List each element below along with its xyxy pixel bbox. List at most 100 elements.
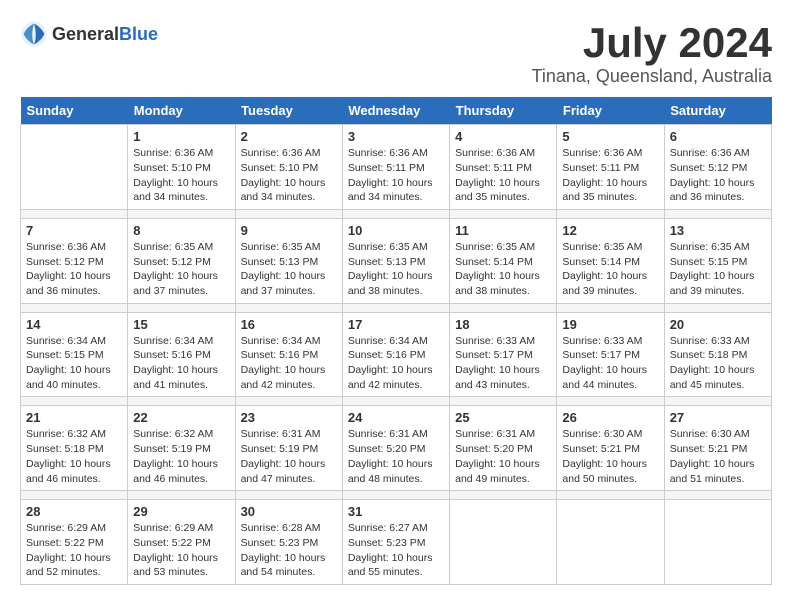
table-row: 12 Sunrise: 6:35 AM Sunset: 5:14 PM Dayli… <box>557 218 664 303</box>
week-separator <box>21 209 772 218</box>
table-row: 28Sunrise: 6:29 AM Sunset: 5:22 PM Dayli… <box>21 500 128 585</box>
logo-general: General <box>52 24 119 44</box>
table-row <box>664 500 771 585</box>
calendar-week-4: 21Sunrise: 6:32 AM Sunset: 5:18 PM Dayli… <box>21 406 772 491</box>
day-number: 24 <box>348 410 444 425</box>
day-info: Sunrise: 6:30 AM Sunset: 5:21 PM Dayligh… <box>670 427 766 486</box>
table-row: 2 Sunrise: 6:36 AM Sunset: 5:10 PM Daylig… <box>235 125 342 210</box>
table-row: 30 Sunrise: 6:28 AM Sunset: 5:23 PM Dayli… <box>235 500 342 585</box>
day-info: Sunrise: 6:28 AM Sunset: 5:23 PM Dayligh… <box>241 521 337 580</box>
day-info: Sunrise: 6:34 AM Sunset: 5:16 PM Dayligh… <box>241 334 337 393</box>
day-number: 23 <box>241 410 337 425</box>
table-row: 9 Sunrise: 6:35 AM Sunset: 5:13 PM Daylig… <box>235 218 342 303</box>
day-number: 17 <box>348 317 444 332</box>
table-row: 18 Sunrise: 6:33 AM Sunset: 5:17 PM Dayli… <box>450 312 557 397</box>
day-info: Sunrise: 6:33 AM Sunset: 5:18 PM Dayligh… <box>670 334 766 393</box>
week-separator <box>21 397 772 406</box>
day-info: Sunrise: 6:36 AM Sunset: 5:10 PM Dayligh… <box>133 146 229 205</box>
day-info: Sunrise: 6:35 AM Sunset: 5:14 PM Dayligh… <box>562 240 658 299</box>
day-info: Sunrise: 6:36 AM Sunset: 5:10 PM Dayligh… <box>241 146 337 205</box>
day-number: 26 <box>562 410 658 425</box>
table-row: 25 Sunrise: 6:31 AM Sunset: 5:20 PM Dayli… <box>450 406 557 491</box>
day-info: Sunrise: 6:35 AM Sunset: 5:13 PM Dayligh… <box>348 240 444 299</box>
table-row: 5 Sunrise: 6:36 AM Sunset: 5:11 PM Daylig… <box>557 125 664 210</box>
day-info: Sunrise: 6:32 AM Sunset: 5:18 PM Dayligh… <box>26 427 122 486</box>
table-row: 11Sunrise: 6:35 AM Sunset: 5:14 PM Dayli… <box>450 218 557 303</box>
table-row: 13 Sunrise: 6:35 AM Sunset: 5:15 PM Dayli… <box>664 218 771 303</box>
calendar-week-2: 7 Sunrise: 6:36 AM Sunset: 5:12 PM Daylig… <box>21 218 772 303</box>
day-info: Sunrise: 6:31 AM Sunset: 5:20 PM Dayligh… <box>348 427 444 486</box>
day-info: Sunrise: 6:35 AM Sunset: 5:13 PM Dayligh… <box>241 240 337 299</box>
day-info: Sunrise: 6:35 AM Sunset: 5:12 PM Dayligh… <box>133 240 229 299</box>
day-number: 11 <box>455 223 551 238</box>
table-row: 24 Sunrise: 6:31 AM Sunset: 5:20 PM Dayli… <box>342 406 449 491</box>
day-info: Sunrise: 6:27 AM Sunset: 5:23 PM Dayligh… <box>348 521 444 580</box>
day-info: Sunrise: 6:31 AM Sunset: 5:20 PM Dayligh… <box>455 427 551 486</box>
day-info: Sunrise: 6:34 AM Sunset: 5:16 PM Dayligh… <box>133 334 229 393</box>
table-row: 20 Sunrise: 6:33 AM Sunset: 5:18 PM Dayli… <box>664 312 771 397</box>
day-number: 25 <box>455 410 551 425</box>
day-number: 8 <box>133 223 229 238</box>
day-number: 9 <box>241 223 337 238</box>
calendar-week-5: 28Sunrise: 6:29 AM Sunset: 5:22 PM Dayli… <box>21 500 772 585</box>
day-number: 2 <box>241 129 337 144</box>
day-info: Sunrise: 6:36 AM Sunset: 5:11 PM Dayligh… <box>562 146 658 205</box>
day-info: Sunrise: 6:34 AM Sunset: 5:15 PM Dayligh… <box>26 334 122 393</box>
day-number: 1 <box>133 129 229 144</box>
col-thursday: Thursday <box>450 97 557 125</box>
day-info: Sunrise: 6:36 AM Sunset: 5:11 PM Dayligh… <box>348 146 444 205</box>
day-number: 14 <box>26 317 122 332</box>
table-row: 22Sunrise: 6:32 AM Sunset: 5:19 PM Dayli… <box>128 406 235 491</box>
day-number: 30 <box>241 504 337 519</box>
col-friday: Friday <box>557 97 664 125</box>
table-row: 23Sunrise: 6:31 AM Sunset: 5:19 PM Dayli… <box>235 406 342 491</box>
table-row <box>450 500 557 585</box>
day-info: Sunrise: 6:36 AM Sunset: 5:12 PM Dayligh… <box>26 240 122 299</box>
title-section: July 2024 Tinana, Queensland, Australia <box>532 20 773 87</box>
day-number: 10 <box>348 223 444 238</box>
day-number: 22 <box>133 410 229 425</box>
calendar-week-3: 14 Sunrise: 6:34 AM Sunset: 5:15 PM Dayli… <box>21 312 772 397</box>
table-row: 7 Sunrise: 6:36 AM Sunset: 5:12 PM Daylig… <box>21 218 128 303</box>
table-row: 17 Sunrise: 6:34 AM Sunset: 5:16 PM Dayli… <box>342 312 449 397</box>
table-row: 6Sunrise: 6:36 AM Sunset: 5:12 PM Daylig… <box>664 125 771 210</box>
col-sunday: Sunday <box>21 97 128 125</box>
day-number: 29 <box>133 504 229 519</box>
table-row: 26Sunrise: 6:30 AM Sunset: 5:21 PM Dayli… <box>557 406 664 491</box>
table-row: 3 Sunrise: 6:36 AM Sunset: 5:11 PM Daylig… <box>342 125 449 210</box>
table-row: 15 Sunrise: 6:34 AM Sunset: 5:16 PM Dayli… <box>128 312 235 397</box>
calendar-week-1: 1 Sunrise: 6:36 AM Sunset: 5:10 PM Daylig… <box>21 125 772 210</box>
day-number: 4 <box>455 129 551 144</box>
day-info: Sunrise: 6:36 AM Sunset: 5:12 PM Dayligh… <box>670 146 766 205</box>
col-tuesday: Tuesday <box>235 97 342 125</box>
calendar-table: Sunday Monday Tuesday Wednesday Thursday… <box>20 97 772 585</box>
day-number: 13 <box>670 223 766 238</box>
table-row: 1 Sunrise: 6:36 AM Sunset: 5:10 PM Daylig… <box>128 125 235 210</box>
day-info: Sunrise: 6:29 AM Sunset: 5:22 PM Dayligh… <box>26 521 122 580</box>
day-number: 3 <box>348 129 444 144</box>
week-separator <box>21 491 772 500</box>
day-info: Sunrise: 6:29 AM Sunset: 5:22 PM Dayligh… <box>133 521 229 580</box>
day-number: 12 <box>562 223 658 238</box>
logo-blue: Blue <box>119 24 158 44</box>
logo: GeneralBlue <box>20 20 158 48</box>
day-info: Sunrise: 6:34 AM Sunset: 5:16 PM Dayligh… <box>348 334 444 393</box>
page-header: GeneralBlue July 2024 Tinana, Queensland… <box>20 20 772 87</box>
table-row <box>21 125 128 210</box>
day-number: 20 <box>670 317 766 332</box>
table-row: 31Sunrise: 6:27 AM Sunset: 5:23 PM Dayli… <box>342 500 449 585</box>
logo-icon <box>20 20 48 48</box>
calendar-title: July 2024 <box>532 20 773 66</box>
day-info: Sunrise: 6:33 AM Sunset: 5:17 PM Dayligh… <box>455 334 551 393</box>
day-number: 7 <box>26 223 122 238</box>
day-info: Sunrise: 6:36 AM Sunset: 5:11 PM Dayligh… <box>455 146 551 205</box>
table-row: 16Sunrise: 6:34 AM Sunset: 5:16 PM Dayli… <box>235 312 342 397</box>
day-info: Sunrise: 6:35 AM Sunset: 5:15 PM Dayligh… <box>670 240 766 299</box>
table-row: 21Sunrise: 6:32 AM Sunset: 5:18 PM Dayli… <box>21 406 128 491</box>
week-separator <box>21 303 772 312</box>
day-number: 5 <box>562 129 658 144</box>
day-number: 27 <box>670 410 766 425</box>
day-number: 18 <box>455 317 551 332</box>
day-number: 15 <box>133 317 229 332</box>
col-wednesday: Wednesday <box>342 97 449 125</box>
